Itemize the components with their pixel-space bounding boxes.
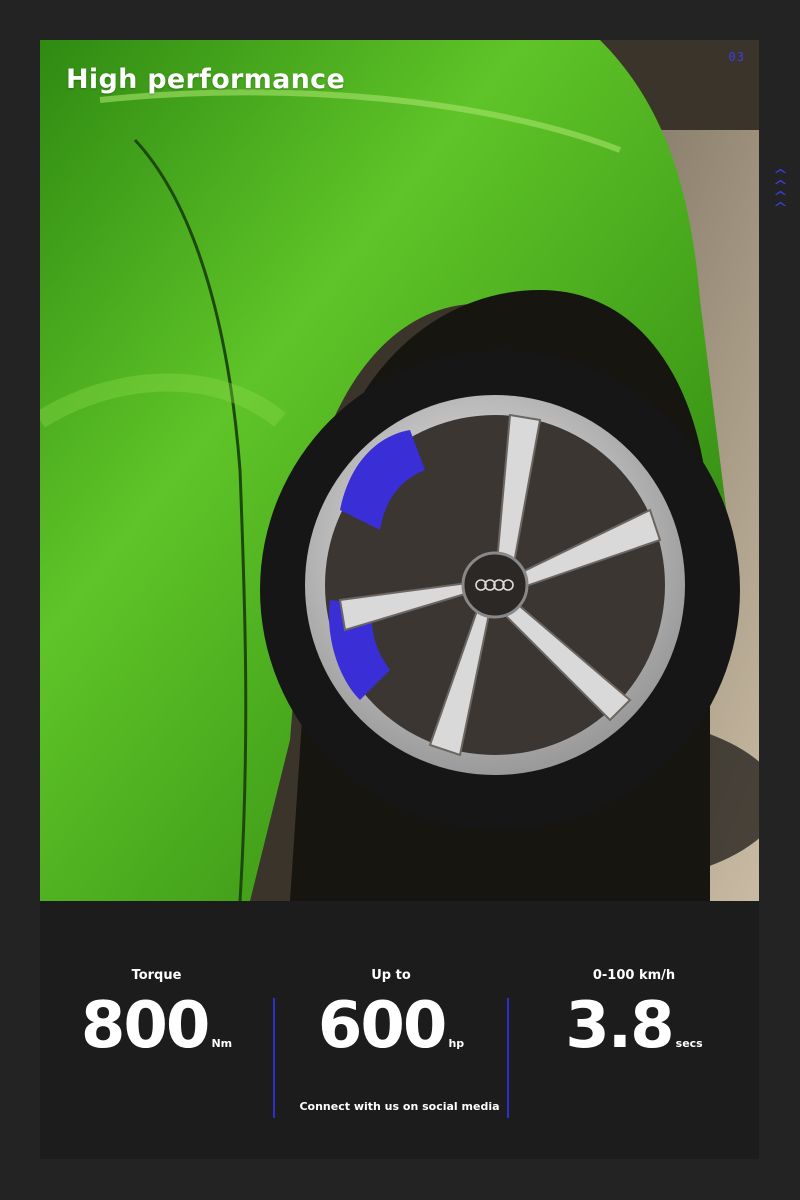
- stat-label: Up to: [371, 968, 411, 983]
- page-number: 03: [728, 50, 745, 64]
- stat-unit: Nm: [211, 1037, 233, 1050]
- stat-number: 3.8: [565, 989, 674, 1063]
- stat-label: 0-100 km/h: [592, 968, 676, 983]
- hero-image: High performance 03: [40, 40, 759, 901]
- stat-label: Torque: [131, 968, 182, 983]
- performance-stats: Torque 800 Nm Up to 600 hp 0-100 km/h 3.…: [40, 940, 759, 1120]
- stat-unit: secs: [675, 1037, 703, 1050]
- chevron-up-icon: ^: [772, 201, 788, 216]
- stat-value-group: 3.8 secs: [509, 994, 759, 1058]
- social-media-link[interactable]: Connect with us on social media: [40, 1100, 759, 1113]
- stat-value-group: 600 hp: [275, 994, 507, 1058]
- page-title: High performance: [66, 64, 346, 95]
- stat-number: 600: [317, 989, 448, 1063]
- car-wheel-illustration: [40, 40, 759, 901]
- stat-number: 800: [80, 989, 211, 1063]
- scroll-up-button[interactable]: ^ ^ ^ ^: [771, 169, 789, 218]
- stat-value-group: 800 Nm: [40, 994, 273, 1058]
- page-frame: High performance 03 Torque 800 Nm Up to …: [40, 40, 759, 1159]
- stat-unit: hp: [448, 1037, 465, 1050]
